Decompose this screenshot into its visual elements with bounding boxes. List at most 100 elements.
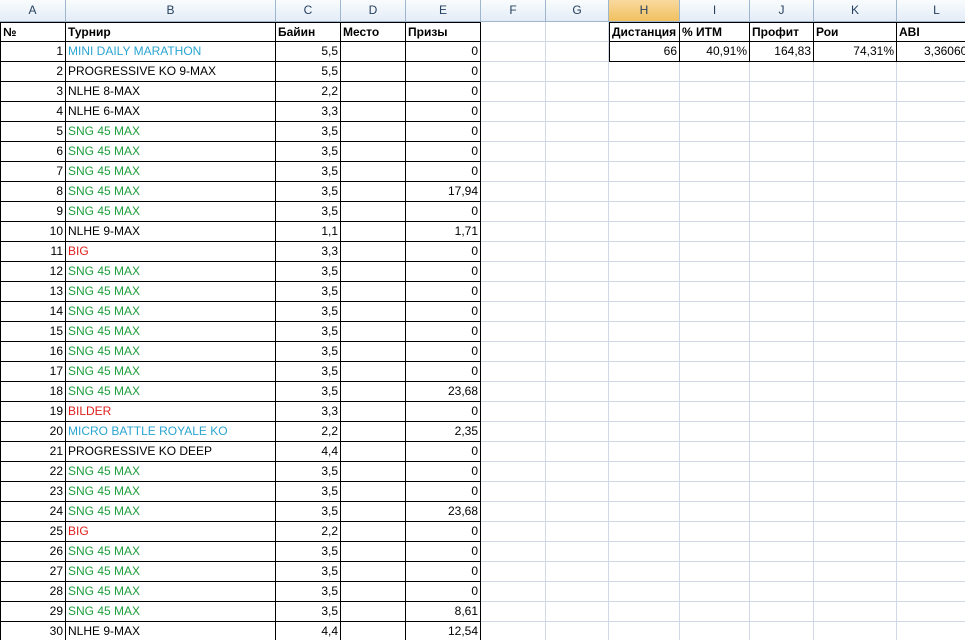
grid-cell[interactable] [680,422,750,442]
grid-cell[interactable] [546,222,609,242]
grid-cell[interactable] [609,382,680,402]
tournament-name[interactable]: SNG 45 MAX [66,162,276,182]
grid-cell[interactable] [897,342,965,362]
grid-cell[interactable] [680,122,750,142]
column-header-l[interactable]: L [897,0,965,22]
place-value[interactable] [341,482,406,502]
prize-value[interactable]: 0 [406,542,481,562]
grid-cell[interactable] [897,62,965,82]
buyin-value[interactable]: 3,5 [276,542,341,562]
row-number[interactable]: 3 [0,82,66,102]
grid-cell[interactable] [481,82,546,102]
buyin-value[interactable]: 3,5 [276,122,341,142]
grid-cell[interactable] [481,202,546,222]
row-number[interactable]: 25 [0,522,66,542]
prize-value[interactable]: 0 [406,242,481,262]
grid-cell[interactable] [750,262,814,282]
place-value[interactable] [341,402,406,422]
grid-cell[interactable] [814,342,897,362]
grid-cell[interactable] [546,102,609,122]
grid-cell[interactable] [546,622,609,640]
grid-cell[interactable] [546,142,609,162]
grid-cell[interactable] [546,462,609,482]
table-header-tournament[interactable]: Турнир [66,22,276,42]
tournament-name[interactable]: SNG 45 MAX [66,482,276,502]
buyin-value[interactable]: 5,5 [276,62,341,82]
grid-cell[interactable] [680,242,750,262]
grid-cell[interactable] [609,602,680,622]
place-value[interactable] [341,202,406,222]
grid-cell[interactable] [609,322,680,342]
place-value[interactable] [341,302,406,322]
prize-value[interactable]: 0 [406,42,481,62]
place-value[interactable] [341,102,406,122]
grid-cell[interactable] [609,442,680,462]
grid-cell[interactable] [546,422,609,442]
grid-cell[interactable] [814,102,897,122]
grid-cell[interactable] [897,162,965,182]
grid-cell[interactable] [814,442,897,462]
grid-cell[interactable] [546,342,609,362]
grid-cell[interactable] [750,562,814,582]
grid-cell[interactable] [481,522,546,542]
grid-cell[interactable] [680,362,750,382]
place-value[interactable] [341,42,406,62]
prize-value[interactable]: 0 [406,482,481,502]
grid-cell[interactable] [609,342,680,362]
grid-cell[interactable] [546,562,609,582]
place-value[interactable] [341,462,406,482]
place-value[interactable] [341,382,406,402]
grid-cell[interactable] [680,602,750,622]
grid-cell[interactable] [750,482,814,502]
prize-value[interactable]: 1,71 [406,222,481,242]
row-number[interactable]: 14 [0,302,66,322]
grid-cell[interactable] [814,182,897,202]
grid-cell[interactable] [897,322,965,342]
buyin-value[interactable]: 3,5 [276,322,341,342]
row-number[interactable]: 11 [0,242,66,262]
tournament-name[interactable]: SNG 45 MAX [66,382,276,402]
prize-value[interactable]: 0 [406,62,481,82]
grid-cell[interactable] [609,362,680,382]
grid-cell[interactable] [680,462,750,482]
grid-cell[interactable] [897,242,965,262]
grid-cell[interactable] [609,142,680,162]
grid-cell[interactable] [897,122,965,142]
place-value[interactable] [341,342,406,362]
grid-cell[interactable] [546,582,609,602]
grid-cell[interactable] [814,322,897,342]
grid-cell[interactable] [897,362,965,382]
grid-cell[interactable] [609,102,680,122]
prize-value[interactable]: 23,68 [406,382,481,402]
grid-cell[interactable] [750,382,814,402]
spreadsheet-grid[interactable]: A B C D E F G H I J K L № Турнир Байин Место Призы 1 MINI … [0,0,965,640]
buyin-value[interactable]: 2,2 [276,522,341,542]
buyin-value[interactable]: 3,3 [276,242,341,262]
buyin-value[interactable]: 3,5 [276,502,341,522]
place-value[interactable] [341,122,406,142]
table-header-prizes[interactable]: Призы [406,22,481,42]
prize-value[interactable]: 12,54 [406,622,481,640]
row-number[interactable]: 24 [0,502,66,522]
grid-cell[interactable] [750,242,814,262]
grid-cell[interactable] [814,462,897,482]
grid-cell[interactable] [680,302,750,322]
place-value[interactable] [341,582,406,602]
prize-value[interactable]: 0 [406,122,481,142]
grid-cell[interactable] [897,82,965,102]
grid-cell[interactable] [750,202,814,222]
grid-cell[interactable] [481,242,546,262]
grid-cell[interactable] [750,602,814,622]
tournament-name[interactable]: SNG 45 MAX [66,342,276,362]
column-header-c[interactable]: C [276,0,341,22]
grid-cell[interactable] [481,582,546,602]
grid-cell[interactable] [546,282,609,302]
buyin-value[interactable]: 2,2 [276,422,341,442]
grid-cell[interactable] [750,102,814,122]
place-value[interactable] [341,82,406,102]
grid-cell[interactable] [680,522,750,542]
grid-cell[interactable] [680,262,750,282]
grid-cell[interactable] [481,142,546,162]
tournament-name[interactable]: SNG 45 MAX [66,602,276,622]
grid-cell[interactable] [546,502,609,522]
